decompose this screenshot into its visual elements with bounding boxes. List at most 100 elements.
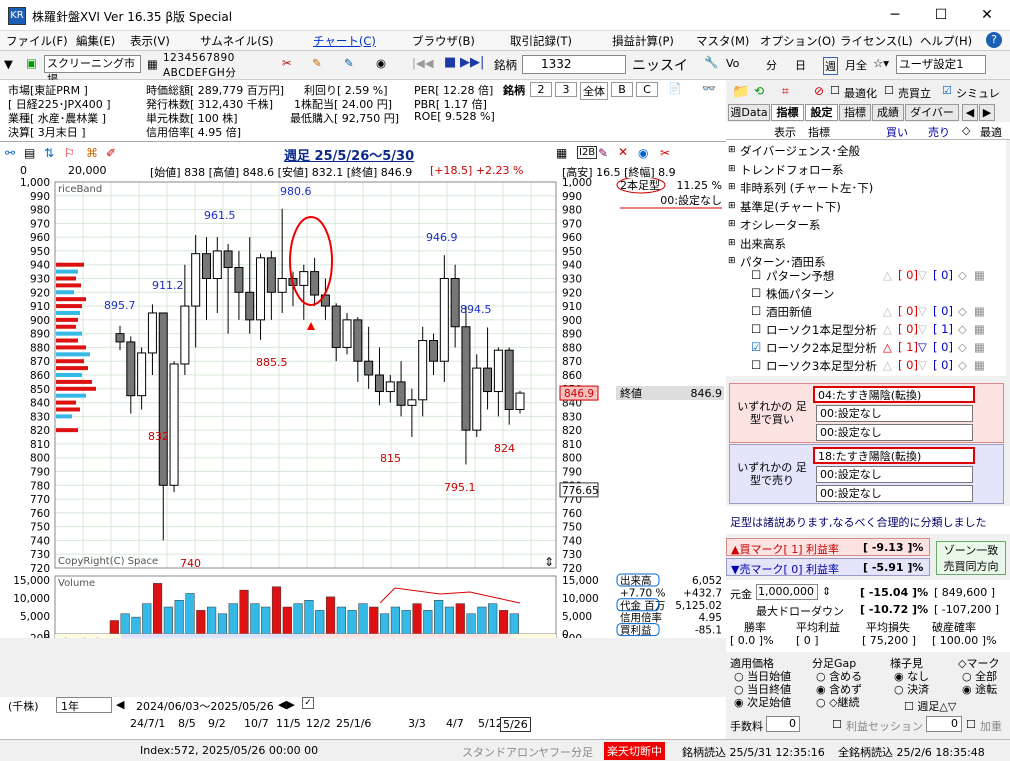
calc-icon[interactable]: ▦ [974,340,985,354]
add-brand-icon[interactable]: ▣ [26,56,37,70]
sell-pattern-select-1[interactable]: 18:たすき陽陰(転換) [813,447,975,464]
month-button[interactable]: 月全 [845,57,867,73]
sell-pattern-select-3[interactable]: 00:設定なし [816,485,973,502]
tab-setting[interactable]: 設定 [805,104,838,121]
paint-icon[interactable]: ✎ [312,56,322,70]
checkbox[interactable]: ☐ [751,268,761,282]
screening-market-select[interactable]: スクリーニング市場 [44,55,141,86]
menu-license[interactable]: ライセンス(L) [840,33,913,49]
eraser-icon[interactable]: ✂ [660,146,670,160]
sub-indicator-label[interactable]: 株価パターン [766,286,834,302]
tree-item[interactable]: 基準足(チャート下) [740,199,841,215]
paint-chart-icon[interactable]: ✐ [106,146,116,160]
tree-item[interactable]: ダイバージェンス･全般 [740,143,860,159]
doc-icon[interactable]: 📄 [668,82,682,95]
tree-expand-icon[interactable]: ⊞ [728,238,736,248]
tree-expand-icon[interactable]: ⊞ [728,145,736,155]
nav-stop-icon[interactable]: ■ [444,55,456,70]
checkbox[interactable]: ☐ [751,322,761,336]
buy-pattern-select-1[interactable]: 04:たすき陽陰(転換) [813,386,975,403]
tree-item[interactable]: 非時系列 (チャート左･下) [740,180,873,196]
diamond-icon[interactable]: ◇ [958,340,967,354]
star-icon[interactable]: ☆▾ [873,56,889,70]
calc-icon[interactable]: ▦ [974,304,985,318]
day-button[interactable]: 日 [795,57,806,73]
fee-input[interactable]: 0 [766,716,800,732]
menu-chart[interactable]: チャート(C) [313,33,376,49]
simulate-check[interactable]: ☑ [942,84,952,97]
brush-icon[interactable]: ✎ [344,56,354,70]
brand-tab[interactable]: 銘柄 [503,82,525,98]
menu-help[interactable]: ヘルプ(H) [920,33,972,49]
diamond-icon[interactable]: ◇ [958,358,967,372]
tree-item[interactable]: トレンドフォロー系 [740,162,844,178]
refresh-icon[interactable]: ⟲ [754,84,764,98]
menu-file[interactable]: ファイル(F) [6,33,68,49]
cross-icon[interactable]: ✕ [618,145,628,159]
menu-pl-calc[interactable]: 損益計算(P) [612,33,674,49]
menu-edit[interactable]: 編集(E) [76,33,115,49]
buysell-toggle[interactable]: ☐ [884,84,894,97]
tab-divergence[interactable]: ダイバー [905,104,959,121]
sub-indicator-label[interactable]: ローソク1本足型分析 [766,322,877,338]
tree-expand-icon[interactable]: ⊞ [728,219,736,229]
option-radio[interactable]: ◉ 途転 [962,681,997,697]
grid-icon[interactable]: ▦ [147,57,158,71]
range-checkbox[interactable]: ✓ [302,697,314,709]
diamond-icon[interactable]: ◇ [958,304,967,318]
binoculars-icon[interactable]: 👓 [702,82,716,95]
weight-check[interactable]: ☐ [966,718,976,731]
session-input[interactable]: 0 [926,716,962,732]
tab-indicator[interactable]: 指標 [771,104,804,121]
capital-spin[interactable]: ⇕ [822,585,831,598]
week-diff-check[interactable]: ☐ 週足△▽ [904,698,956,714]
tab-next[interactable]: ▶ [979,104,995,121]
brand-code-input[interactable]: 1332 [522,55,626,74]
chart-area[interactable]: 1,000 1,000 990 990 980 980 970 970 960 960 950 950… [0,176,726,701]
week-button[interactable]: 週 [823,57,838,75]
sub-indicator-label[interactable]: パターン予想 [766,268,834,284]
menu-browser[interactable]: ブラウザ(B) [412,33,475,49]
checkbox[interactable]: ☐ [751,286,761,300]
tree-expand-icon[interactable]: ⊞ [728,256,736,266]
indicator-icon[interactable]: ✂ [282,56,292,70]
optimize-toggle[interactable]: ☐ [830,84,840,97]
nav-start-icon[interactable]: |◀◀ [412,56,434,70]
pen-icon[interactable]: ✎ [598,146,608,160]
buy-pattern-select-3[interactable]: 00:設定なし [816,424,973,441]
profit-session-check[interactable]: ☐ [832,718,842,731]
table-icon[interactable]: ▦ [556,146,567,160]
wrench-icon[interactable]: 🔧 [704,55,718,69]
sell-pattern-select-2[interactable]: 00:設定なし [816,466,973,483]
period-select[interactable]: 1年 [56,697,112,713]
capital-input[interactable]: 1,000,000 [756,584,818,600]
minute-button[interactable]: 分 [766,57,777,73]
calc-icon[interactable]: ▦ [974,268,985,282]
option-radio[interactable]: ○ ◇継続 [816,694,860,710]
chart-svg[interactable]: 1,000 1,000990 990980 980970 970960 960950 950… [0,176,726,701]
tree-expand-icon[interactable]: ⊞ [728,182,736,192]
chart-type-icon[interactable]: ⚯ [5,146,15,160]
vo-button[interactable]: Vo [726,57,739,70]
cursor-icon[interactable]: ⌘ [86,146,98,160]
user-setting-select[interactable]: ユーザ設定1 [896,55,986,74]
indicator-bars-icon[interactable]: ⇅ [44,146,54,160]
tree-item[interactable]: オシレーター系 [740,217,821,233]
checked-checkbox[interactable]: ☑ [751,340,761,354]
buy-pattern-select-2[interactable]: 00:設定なし [816,405,973,422]
tree-expand-icon[interactable]: ⊞ [728,201,736,211]
checkbox[interactable]: ☐ [751,304,761,318]
trend-icon[interactable]: ⚐ [64,146,75,160]
tree-item[interactable]: 出来高系 [740,236,786,252]
tree-expand-icon[interactable]: ⊞ [728,164,736,174]
diamond-icon[interactable]: ◇ [958,322,967,336]
preset-all[interactable]: 全体 [580,82,608,100]
menu-option[interactable]: オプション(O) [760,33,836,49]
nav-left-icon[interactable]: ◀ [116,698,124,711]
chart-icon[interactable]: ⌗ [782,84,789,99]
menu-view[interactable]: 表示(V) [130,33,170,49]
tab-week-data[interactable]: 週Data [728,104,770,121]
quick-letters[interactable]: ABCDEFGH分 [163,65,236,80]
tab-result[interactable]: 成績 [872,104,904,121]
grid-chart-icon[interactable]: ▤ [24,146,35,160]
